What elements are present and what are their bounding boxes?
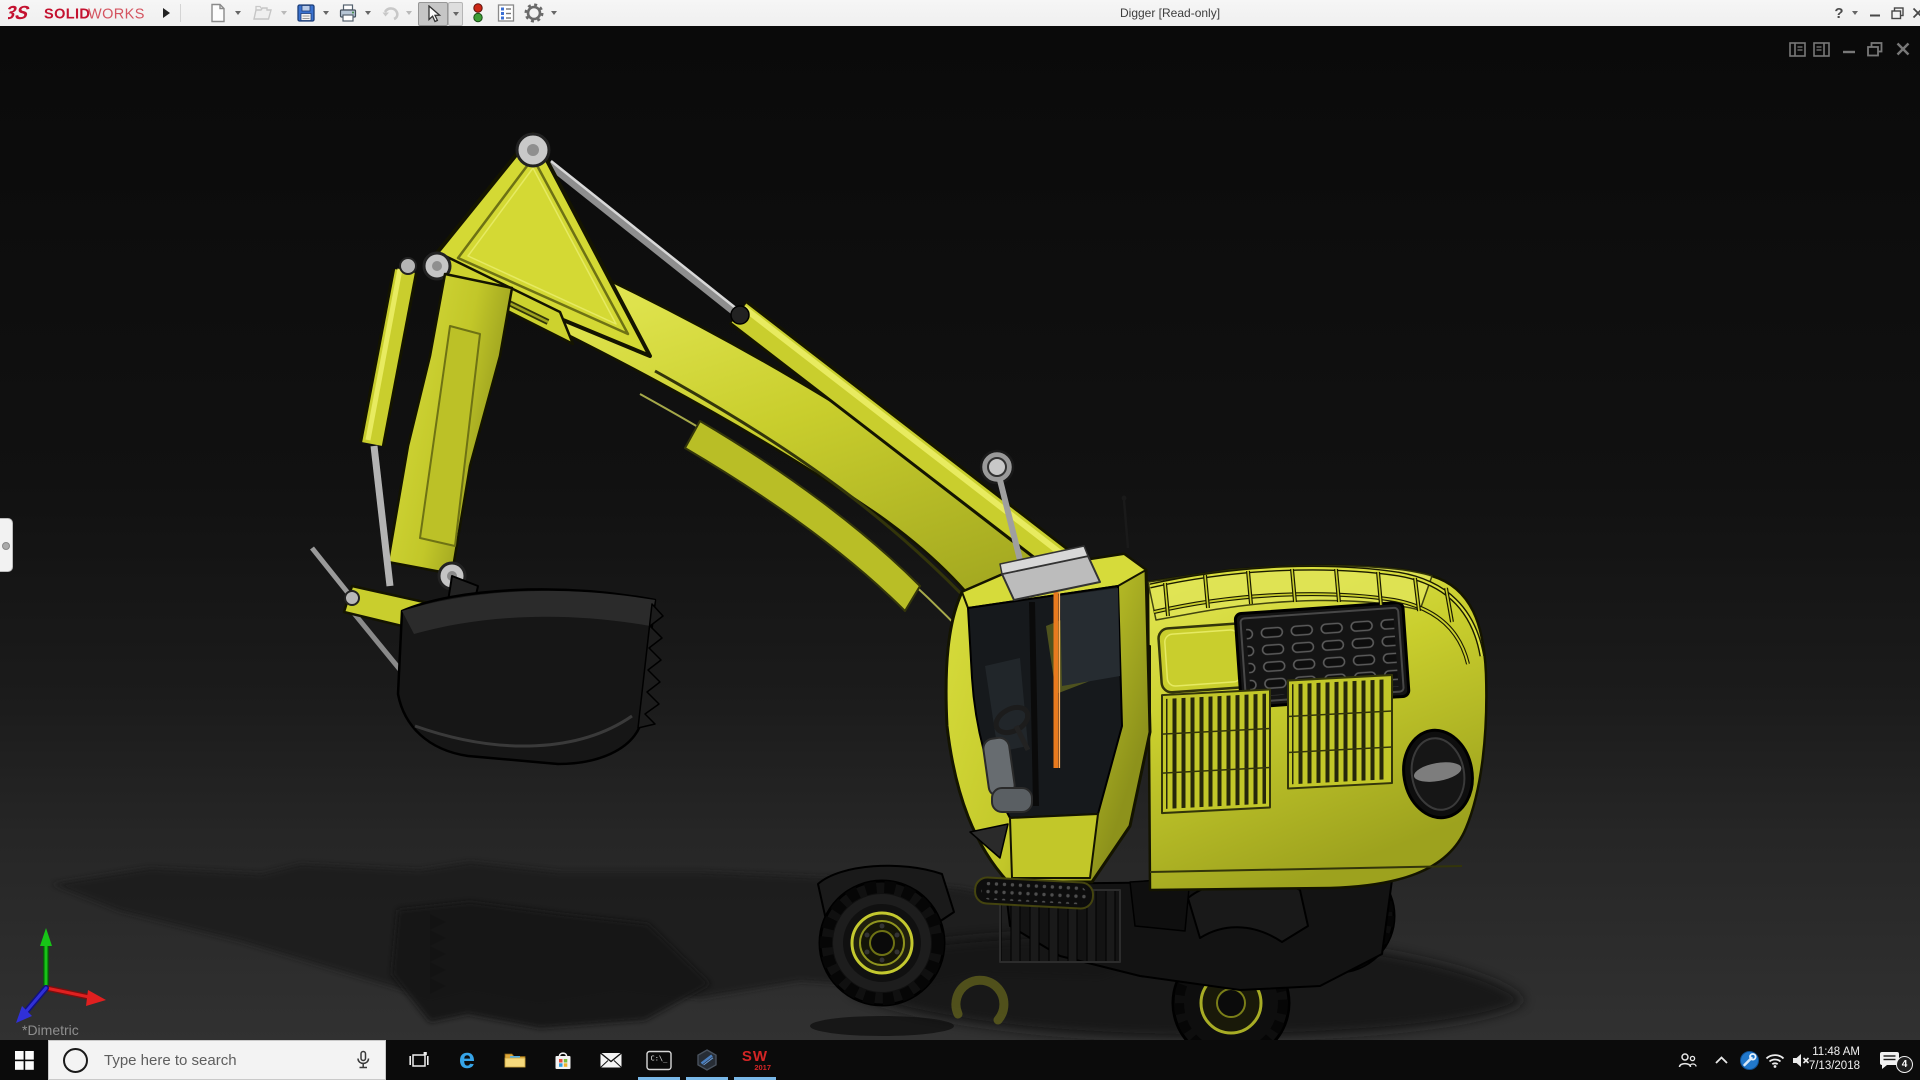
window-title: Digger [Read-only] <box>1120 0 1220 26</box>
windows-logo-icon <box>15 1051 34 1070</box>
bucket <box>398 576 663 764</box>
select-tool-button[interactable] <box>418 2 448 26</box>
svg-text:C:\_: C:\_ <box>651 1054 669 1062</box>
brand-mark: 3S <box>8 3 31 24</box>
excavator-model-canvas[interactable] <box>0 26 1920 1040</box>
mail-icon <box>599 1051 623 1069</box>
tray-show-hidden-icons-button[interactable] <box>1708 1040 1734 1080</box>
flyout-tab-dot <box>2 542 10 550</box>
windows-taskbar: Type here to search e <box>0 1040 1920 1080</box>
menu-expand-arrow-icon[interactable] <box>158 1 174 25</box>
tray-people-button[interactable] <box>1672 1040 1702 1080</box>
pane-toggle-2-icon[interactable] <box>1810 38 1832 60</box>
document-minimize-button[interactable] <box>1838 38 1860 60</box>
notification-count-badge: 4 <box>1896 1056 1913 1073</box>
brand-solid: SOLID <box>44 7 90 23</box>
save-caret[interactable] <box>320 1 332 25</box>
taskbar-mail-button[interactable] <box>587 1040 635 1080</box>
rebuild-stoplight-icon[interactable] <box>468 1 488 25</box>
brand-works: WORKS <box>88 7 145 23</box>
roof-hatch <box>1158 623 1248 693</box>
open-caret[interactable] <box>278 1 290 25</box>
title-bar: 3S SOLID WORKS Digger [ <box>0 0 1920 27</box>
task-view-icon <box>409 1051 429 1069</box>
chevron-up-icon <box>1714 1055 1729 1065</box>
print-caret[interactable] <box>362 1 374 25</box>
microphone-icon[interactable] <box>353 1050 373 1070</box>
start-button[interactable] <box>0 1040 48 1080</box>
file-explorer-icon <box>503 1050 527 1070</box>
people-icon <box>1678 1052 1697 1069</box>
task-view-button[interactable] <box>395 1040 443 1080</box>
tray-wifi-button[interactable] <box>1762 1040 1788 1080</box>
new-document-caret[interactable] <box>232 1 244 25</box>
command-prompt-icon: C:\_ <box>646 1050 672 1071</box>
taskbar-store-button[interactable] <box>539 1040 587 1080</box>
new-document-button[interactable] <box>206 1 230 25</box>
print-button[interactable] <box>336 1 360 25</box>
hexagon-app-icon <box>696 1049 718 1071</box>
close-button[interactable] <box>1905 0 1920 26</box>
pane-toggle-icon[interactable] <box>1786 38 1808 60</box>
open-button[interactable] <box>250 1 276 25</box>
blue-circle-key-icon <box>1739 1050 1760 1071</box>
tray-date: 7/13/2018 <box>1800 1060 1860 1074</box>
search-placeholder: Type here to search <box>104 1052 353 1069</box>
tray-security-button[interactable] <box>1736 1040 1762 1080</box>
document-restore-button[interactable] <box>1864 38 1886 60</box>
options-caret[interactable] <box>548 1 560 25</box>
undo-button[interactable] <box>378 1 404 25</box>
taskbar-file-explorer-button[interactable] <box>491 1040 539 1080</box>
microsoft-store-icon <box>552 1050 574 1071</box>
options-gear-icon[interactable] <box>522 1 546 25</box>
wifi-icon <box>1765 1052 1785 1068</box>
edge-icon: e <box>459 1045 475 1074</box>
taskbar-solidworks-button[interactable]: SW 2017 <box>731 1040 779 1080</box>
taskbar-command-prompt-button[interactable]: C:\_ <box>635 1040 683 1080</box>
view-orientation-label: *Dimetric <box>22 1022 79 1038</box>
document-close-button[interactable] <box>1892 38 1914 60</box>
help-button[interactable]: ? <box>1826 0 1852 26</box>
cortana-icon <box>63 1048 88 1073</box>
taskbar-search-input[interactable]: Type here to search <box>48 1040 386 1080</box>
help-caret[interactable] <box>1850 1 1860 25</box>
select-tool-caret[interactable] <box>448 2 463 26</box>
feature-tree-flyout-tab[interactable] <box>0 518 13 572</box>
undo-caret[interactable] <box>404 1 414 25</box>
tray-clock[interactable]: 11:48 AM 7/13/2018 <box>1800 1040 1860 1080</box>
file-properties-button[interactable] <box>494 1 518 25</box>
tray-time: 11:48 AM <box>1800 1046 1860 1060</box>
taskbar-edge-button[interactable]: e <box>443 1040 491 1080</box>
solidworks-app-icon: SW <box>742 1049 768 1064</box>
save-button[interactable] <box>294 1 318 25</box>
step-grille <box>974 877 1093 909</box>
taskbar-hexagon-app-button[interactable] <box>683 1040 731 1080</box>
toolbar-separator <box>180 4 181 22</box>
model-viewport[interactable]: *Dimetric <box>0 26 1920 1040</box>
engine-body <box>1148 566 1486 890</box>
solidworks-logo: 3S SOLID WORKS <box>8 2 158 24</box>
